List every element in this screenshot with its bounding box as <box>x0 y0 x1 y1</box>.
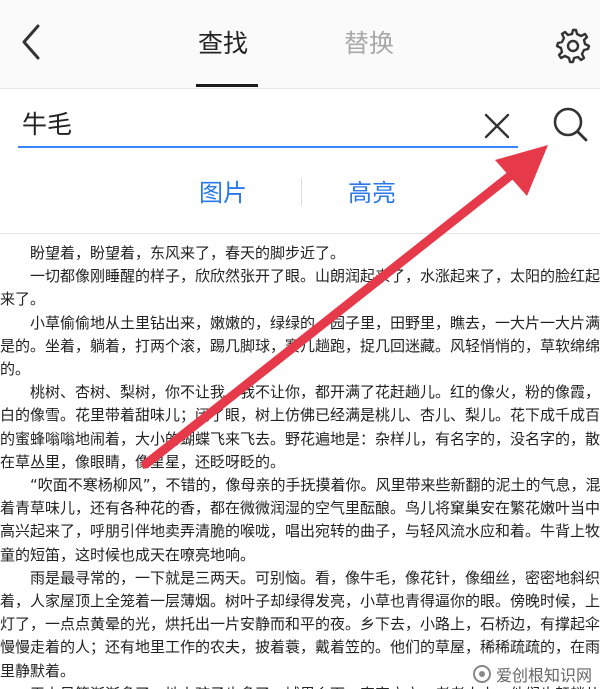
search-button[interactable] <box>550 104 590 144</box>
tab-find[interactable]: 查找 <box>198 26 248 62</box>
gear-icon <box>555 28 591 64</box>
document-line: 灯了，一点点黄晕的光，烘托出一片安静而和平的夜。乡下去，小路上，石桥边，有撑起伞 <box>0 615 600 634</box>
document-line: 雨是最寻常的，一下就是三两天。可别恼。看，像牛毛，像花针，像细丝，密密地斜织 <box>0 568 600 587</box>
image-option[interactable]: 图片 <box>199 176 247 210</box>
watermark-logo-icon <box>473 665 491 683</box>
chevron-left-icon <box>22 24 40 60</box>
active-tab-indicator <box>196 84 258 87</box>
clear-button[interactable] <box>482 111 512 141</box>
highlight-option[interactable]: 高亮 <box>348 176 396 210</box>
close-icon <box>484 113 510 139</box>
document-line: 桃树、杏树、梨树，你不让我，我不让你，都开满了花赶趟儿。红的像火，粉的像霞， <box>0 383 600 402</box>
document-line: 盼望着，盼望着，东风来了，春天的脚步近了。 <box>0 244 346 262</box>
document-line: 高兴起来了，呼朋引伴地卖弄清脆的喉咙，唱出宛转的曲子，与轻风流水应和着。牛背上牧 <box>0 522 600 541</box>
search-icon <box>553 107 588 142</box>
document-line: 来了。 <box>0 290 46 309</box>
document-line: 一切都像刚睡醒的样子，欣欣然张开了眼。山朗润起来了，水涨起来了，太阳的脸红起 <box>0 267 600 286</box>
document-line: 童的短笛，这时候也成天在嘹亮地响。 <box>0 545 256 564</box>
header-divider <box>0 88 600 89</box>
back-button[interactable] <box>14 20 54 64</box>
document-line: 是的。坐着，躺着，打两个滚，踢几脚球，赛几趟跑，捉几回迷藏。风轻悄悄的，草软绵绵 <box>0 336 600 355</box>
document-line: 在草丛里，像眼睛，像星星，还眨呀眨的。 <box>0 452 286 471</box>
document-line: 的蜜蜂嗡嗡地闹着，大小的蝴蝶飞来飞去。野花遍地是：杂样儿，有名字的，没名字的，散 <box>0 429 600 448</box>
document-line: “吹面不寒杨柳风”，不错的，像母亲的手抚摸着你。风里带来些新翻的泥土的气息，混 <box>0 476 600 494</box>
document-body: 盼望着，盼望着，东风来了，春天的脚步近了。 一切都像刚睡醒的样子，欣欣然张开了眼… <box>0 237 600 689</box>
document-line: 白的像雪。花里带着甜味儿；闭了眼，树上仿佛已经满是桃儿、杏儿、梨儿。花下成千成百 <box>0 406 600 425</box>
document-line: 的。 <box>0 360 31 378</box>
search-input[interactable] <box>22 104 462 142</box>
document-line: 着，人家屋顶上全笼着一层薄烟。树叶子却绿得发亮，小草也青得逼你的眼。傍晚时候，上 <box>0 592 600 610</box>
watermark-text: 爱创根知识网 <box>496 666 593 685</box>
option-divider <box>301 178 302 206</box>
tab-replace[interactable]: 替换 <box>344 26 394 62</box>
settings-button[interactable] <box>553 25 593 65</box>
section-divider <box>0 233 600 234</box>
document-line: 慢慢走着的人；还有地里工作的农夫，披着蓑，戴着笠的。他们的草屋，稀稀疏疏的，在雨 <box>0 638 600 657</box>
search-input-underline <box>18 146 518 148</box>
top-bar: 查找 替换 <box>0 0 600 88</box>
document-line: 小草偷偷地从土里钻出来，嫩嫩的，绿绿的。园子里，田野里，瞧去，一大片一大片满 <box>0 313 600 332</box>
document-line: 里静默着。 <box>0 661 76 680</box>
document-line: 着青草味儿，还有各种花的香，都在微微润湿的空气里酝酿。鸟儿将窠巢安在繁花嫩叶当中… <box>0 499 600 518</box>
